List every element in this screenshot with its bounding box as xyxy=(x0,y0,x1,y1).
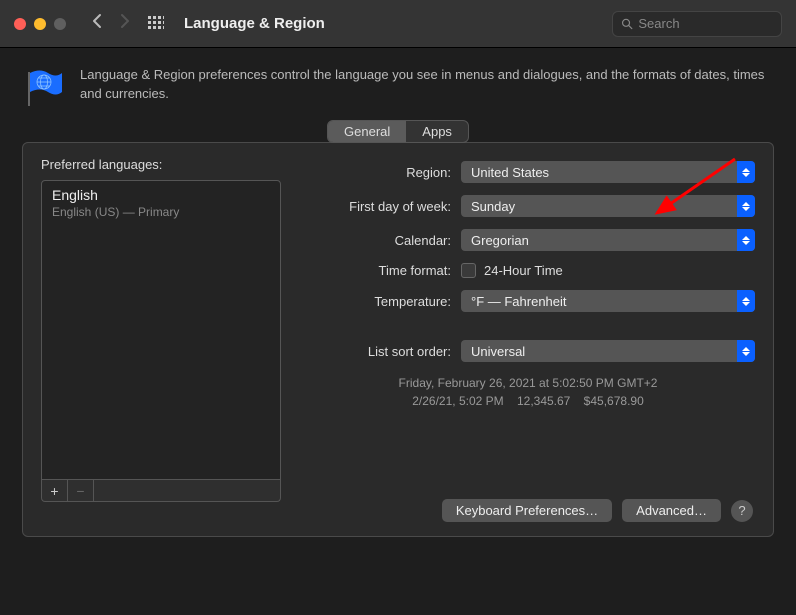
list-sort-label: List sort order: xyxy=(301,344,461,359)
language-region-icon xyxy=(22,68,66,108)
close-window-button[interactable] xyxy=(14,18,26,30)
language-name: English xyxy=(52,187,270,203)
search-icon xyxy=(621,17,633,31)
first-day-label: First day of week: xyxy=(301,199,461,214)
language-subtitle: English (US) — Primary xyxy=(52,205,270,219)
window-title: Language & Region xyxy=(184,15,325,32)
time-format-label: Time format: xyxy=(301,263,461,278)
tab-bar: General Apps xyxy=(327,120,469,143)
show-all-icon[interactable] xyxy=(142,16,170,32)
calendar-label: Calendar: xyxy=(301,233,461,248)
chevron-updown-icon xyxy=(737,290,755,312)
temperature-label: Temperature: xyxy=(301,294,461,309)
format-sample: Friday, February 26, 2021 at 5:02:50 PM … xyxy=(301,374,755,410)
search-field[interactable] xyxy=(612,11,782,37)
back-button[interactable] xyxy=(86,13,104,34)
minimize-window-button[interactable] xyxy=(34,18,46,30)
forward-button[interactable] xyxy=(114,13,132,34)
calendar-dropdown[interactable]: Gregorian xyxy=(461,229,755,251)
chevron-updown-icon xyxy=(737,340,755,362)
language-list-toolbar: + − xyxy=(41,480,281,502)
list-sort-dropdown[interactable]: Universal xyxy=(461,340,755,362)
advanced-button[interactable]: Advanced… xyxy=(622,499,721,522)
titlebar: Language & Region xyxy=(0,0,796,48)
keyboard-preferences-button[interactable]: Keyboard Preferences… xyxy=(442,499,612,522)
temperature-dropdown[interactable]: °F — Fahrenheit xyxy=(461,290,755,312)
chevron-updown-icon xyxy=(737,161,755,183)
region-label: Region: xyxy=(301,165,461,180)
chevron-updown-icon xyxy=(737,229,755,251)
search-input[interactable] xyxy=(638,16,773,31)
add-language-button[interactable]: + xyxy=(42,480,68,501)
remove-language-button[interactable]: − xyxy=(68,480,94,501)
24hour-label: 24-Hour Time xyxy=(484,263,563,278)
tab-general[interactable]: General xyxy=(328,121,406,142)
settings-panel: Preferred languages: English English (US… xyxy=(22,142,774,537)
first-day-dropdown[interactable]: Sunday xyxy=(461,195,755,217)
preferred-languages-label: Preferred languages: xyxy=(41,157,281,172)
tab-apps[interactable]: Apps xyxy=(406,121,468,142)
language-list[interactable]: English English (US) — Primary xyxy=(41,180,281,480)
zoom-window-button[interactable] xyxy=(54,18,66,30)
24hour-checkbox[interactable] xyxy=(461,263,476,278)
chevron-updown-icon xyxy=(737,195,755,217)
intro-text: Language & Region preferences control th… xyxy=(80,66,774,104)
traffic-lights xyxy=(14,18,66,30)
help-button[interactable]: ? xyxy=(731,500,753,522)
language-list-item[interactable]: English English (US) — Primary xyxy=(52,187,270,219)
region-dropdown[interactable]: United States xyxy=(461,161,755,183)
